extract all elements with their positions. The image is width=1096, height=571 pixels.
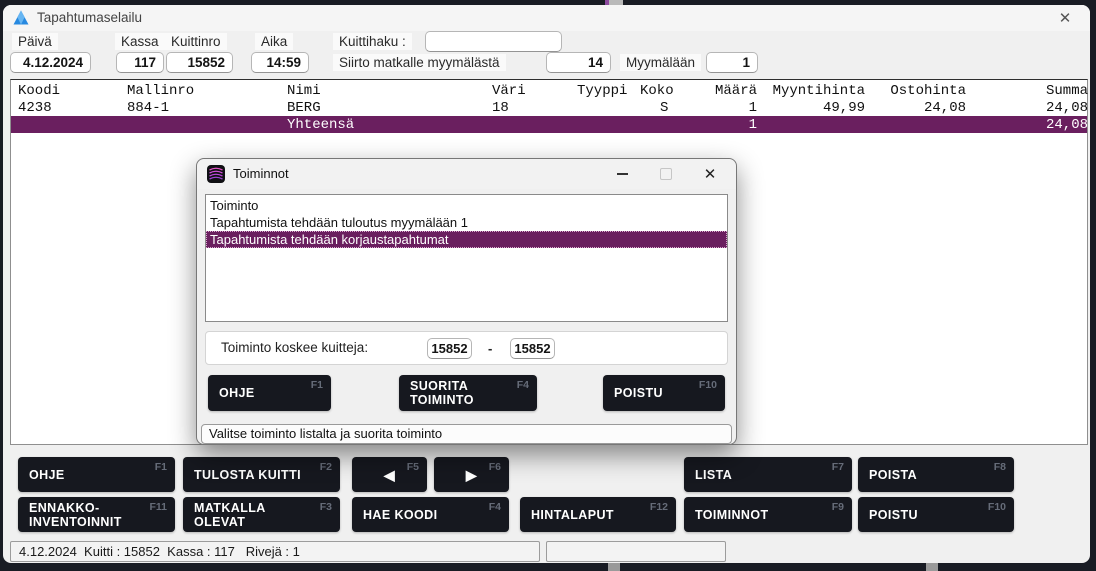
table-cell — [577, 100, 632, 116]
toiminnot-dialog: Toiminnot ✕ Toiminto Tapahtumista tehdää… — [196, 158, 737, 445]
table-cell: 24,08 — [966, 100, 1088, 116]
myymalaan-label: Myymälään — [620, 54, 701, 71]
table-cell: 1 — [712, 100, 757, 116]
fkey-badge: F8 — [994, 461, 1006, 473]
list-item-selected[interactable]: Tapahtumista tehdään korjaustapahtumat — [206, 231, 727, 248]
fkey-badge: F7 — [832, 461, 844, 473]
arrow-left-icon: ◀ — [384, 468, 395, 482]
fkey-badge: F10 — [988, 501, 1006, 513]
kuittinro-input[interactable] — [166, 52, 233, 73]
table-header-cell: Summa — [966, 83, 1088, 99]
table-header-cell: Väri — [492, 83, 577, 99]
table-header-cell: Koodi — [12, 83, 127, 99]
maximize-icon — [660, 168, 672, 180]
status-bar-right — [546, 541, 726, 562]
kassa-input[interactable] — [116, 52, 164, 73]
table-cell: 24,08 — [865, 100, 966, 116]
prev-receipt-button[interactable]: ◀ F5 — [352, 457, 427, 492]
table-cell: 49,99 — [757, 100, 865, 116]
fkey-badge: F9 — [832, 501, 844, 513]
status-bar-left: 4.12.2024 Kuitti : 15852 Kassa : 117 Riv… — [10, 541, 540, 562]
kuittihaku-label: Kuittihaku : — [333, 33, 412, 50]
dialog-app-icon — [207, 165, 225, 183]
paiva-input[interactable] — [10, 52, 91, 73]
paiva-label: Päivä — [12, 33, 58, 50]
arrow-right-icon: ▶ — [466, 468, 477, 482]
table-header-cell: Koko — [632, 83, 712, 99]
fkey-badge: F11 — [149, 501, 167, 513]
range-from-input[interactable] — [427, 338, 472, 359]
table-row[interactable]: 4238 884-1 BERG 18 S 1 49,99 24,08 24,08 — [12, 100, 1088, 116]
dialog-close-icon[interactable]: ✕ — [698, 164, 722, 184]
table-header-cell: Tyyppi — [577, 83, 632, 99]
siirto-label: Siirto matkalle myymälästä — [333, 54, 506, 71]
dialog-title-bar: Toiminnot ✕ — [197, 159, 736, 189]
fkey-badge: F10 — [699, 379, 717, 391]
total-maara: 1 — [712, 117, 757, 133]
dialog-status-bar: Valitse toiminto listalta ja suorita toi… — [201, 424, 732, 444]
table-cell: 4238 — [12, 100, 127, 116]
toiminnot-button[interactable]: TOIMINNOT F9 — [684, 497, 852, 532]
range-panel: Toiminto koskee kuitteja: - — [205, 331, 728, 365]
suorita-toiminto-button[interactable]: SUORITA TOIMINTO F4 — [399, 375, 537, 411]
table-cell: S — [632, 100, 712, 116]
table-header-cell: Mallinro — [127, 83, 287, 99]
dialog-poistu-button[interactable]: POISTU F10 — [603, 375, 725, 411]
siirto-myymalasta-input[interactable] — [546, 52, 611, 73]
kuittihaku-input[interactable] — [425, 31, 562, 52]
kuittinro-label: Kuittinro — [165, 33, 227, 50]
total-summa: 24,08 — [966, 117, 1088, 133]
fkey-badge: F6 — [489, 461, 501, 473]
range-label: Toiminto koskee kuitteja: — [221, 340, 368, 355]
total-row: Yhteensä 1 24,08 — [11, 116, 1087, 133]
action-list[interactable]: Toiminto Tapahtumista tehdään tuloutus m… — [205, 194, 728, 322]
total-label: Yhteensä — [287, 117, 492, 133]
poista-button[interactable]: POISTA F8 — [858, 457, 1014, 492]
dialog-title: Toiminnot — [233, 166, 289, 181]
next-receipt-button[interactable]: ▶ F6 — [434, 457, 509, 492]
title-bar: Tapahtumaselailu ✕ — [3, 5, 1090, 31]
aika-input[interactable] — [251, 52, 309, 73]
ohje-button[interactable]: OHJE F1 — [18, 457, 175, 492]
table-header-cell: Ostohinta — [865, 83, 966, 99]
table-header-cell: Myyntihinta — [757, 83, 865, 99]
list-header: Toiminto — [206, 197, 727, 214]
fkey-badge: F2 — [320, 461, 332, 473]
tulosta-kuitti-button[interactable]: TULOSTA KUITTI F2 — [183, 457, 340, 492]
range-to-input[interactable] — [510, 338, 555, 359]
table-cell: 18 — [492, 100, 577, 116]
hintalaput-button[interactable]: HINTALAPUT F12 — [520, 497, 676, 532]
table-cell: BERG — [287, 100, 492, 116]
fkey-badge: F3 — [320, 501, 332, 513]
fkey-badge: F12 — [650, 501, 668, 513]
aika-label: Aika — [255, 33, 293, 50]
close-icon[interactable]: ✕ — [1052, 8, 1078, 28]
hae-koodi-button[interactable]: HAE KOODI F4 — [352, 497, 509, 532]
app-icon — [12, 9, 30, 27]
list-item[interactable]: Tapahtumista tehdään tuloutus myymälään … — [206, 214, 727, 231]
myymalaan-input[interactable] — [706, 52, 758, 73]
fkey-badge: F1 — [311, 379, 323, 391]
lista-button[interactable]: LISTA F7 — [684, 457, 852, 492]
minimize-icon[interactable] — [617, 173, 628, 175]
background-artifact — [926, 563, 938, 571]
table-header-cell: Määrä — [712, 83, 757, 99]
range-dash: - — [488, 341, 492, 356]
ennakko-inventoinnit-button[interactable]: ENNAKKO- INVENTOINNIT F11 — [18, 497, 175, 532]
table-cell: 884-1 — [127, 100, 287, 116]
fkey-badge: F4 — [489, 501, 501, 513]
window-title: Tapahtumaselailu — [37, 10, 142, 25]
background-artifact — [608, 563, 620, 571]
table-header-cell: Nimi — [287, 83, 492, 99]
fkey-badge: F4 — [517, 379, 529, 391]
fkey-badge: F5 — [407, 461, 419, 473]
fkey-badge: F1 — [155, 461, 167, 473]
poistu-button[interactable]: POISTU F10 — [858, 497, 1014, 532]
kassa-label: Kassa — [115, 33, 165, 50]
dialog-ohje-button[interactable]: OHJE F1 — [208, 375, 331, 411]
matkalla-olevat-button[interactable]: MATKALLA OLEVAT F3 — [183, 497, 340, 532]
table-header-row: Koodi Mallinro Nimi Väri Tyyppi Koko Mää… — [12, 83, 1088, 99]
